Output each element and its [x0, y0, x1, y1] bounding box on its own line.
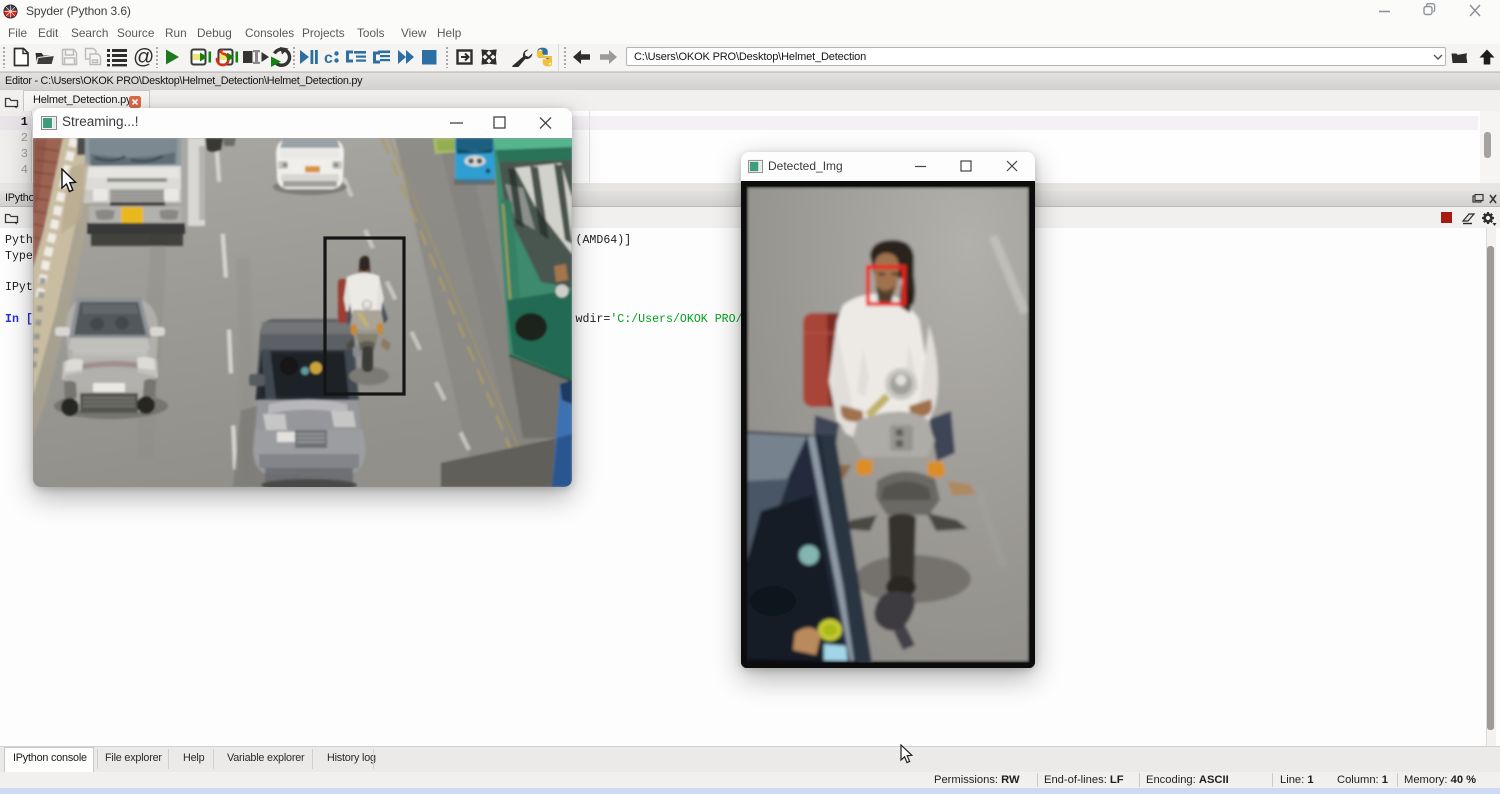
svg-text:@: @ — [133, 47, 154, 67]
svg-text:c: c — [324, 50, 333, 67]
